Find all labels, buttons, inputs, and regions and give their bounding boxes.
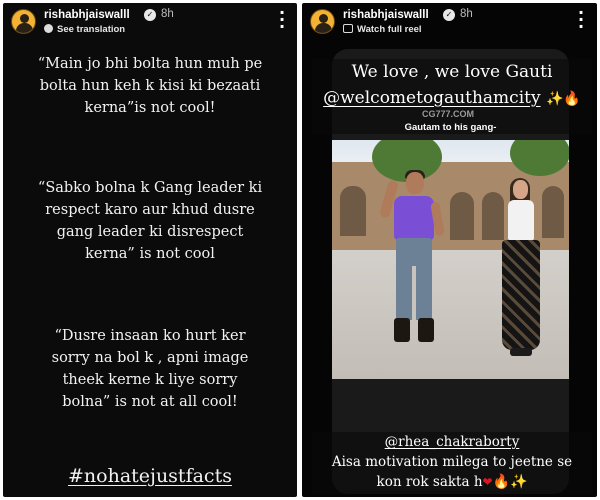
video-watermark: CG777.COM xyxy=(422,109,475,119)
see-translation-button[interactable]: See translation xyxy=(44,24,125,35)
fire-icon: 🔥 xyxy=(492,474,511,490)
story-timestamp: 8h xyxy=(161,8,174,20)
quote-line: respect karo aur khud dusre xyxy=(45,202,255,218)
caption-bottom: @rhea_chakraborty Aisa motivation milega… xyxy=(312,432,592,492)
mention-link[interactable]: @welcometogauthamcity xyxy=(323,88,540,108)
caption-bottom-text: kon rok sakta h xyxy=(376,474,483,490)
quote-line: “Sabko bolna k Gang leader ki xyxy=(37,180,263,196)
story-timestamp: 8h xyxy=(460,8,473,20)
right-story-panel: rishabhjaiswalll ✓ 8h · · · Watch full ree… xyxy=(302,3,597,497)
reel-video-thumbnail[interactable] xyxy=(332,140,569,379)
username[interactable]: rishabhjaiswalll xyxy=(44,9,130,21)
fire-icon: 🔥 xyxy=(563,91,581,107)
quote-line: gang leader ki disrespect xyxy=(56,224,244,240)
quote-block-2: “Sabko bolna k Gang leader ki respect ka… xyxy=(3,177,297,265)
story-header: rishabhjaiswalll ✓ 8h · · · Watch full ree… xyxy=(302,3,597,43)
quote-line: theek kerne k liye sorry xyxy=(62,372,238,388)
quote-line: sorry na bol k , apni image xyxy=(51,350,249,366)
mention-link[interactable]: @rhea_chakraborty xyxy=(385,434,520,450)
quote-line: kerna” is not cool xyxy=(85,246,215,262)
caption-bottom-line-last: kon rok sakta h❤🔥✨ xyxy=(312,472,592,492)
verified-badge-icon: ✓ xyxy=(443,9,455,21)
watch-full-reel-button[interactable]: Watch full reel xyxy=(343,24,422,35)
quote-line: bolta hun keh k kisi ki bezaati xyxy=(39,78,261,94)
quote-line: kerna”is not cool! xyxy=(84,100,216,116)
profile-avatar[interactable] xyxy=(310,9,335,34)
sparkles-icon: ✨ xyxy=(510,474,528,490)
verified-badge-icon: ✓ xyxy=(144,9,156,21)
more-options-icon[interactable]: · · · xyxy=(574,5,588,35)
story-header: rishabhjaiswalll ✓ 8h · · · See translatio… xyxy=(3,3,297,43)
caption-top-line: We love , we love Gauti xyxy=(351,62,553,82)
see-translation-label: See translation xyxy=(57,24,126,35)
hashtag-link[interactable]: #nohatejustfacts xyxy=(3,465,297,487)
heart-icon: ❤ xyxy=(482,475,493,489)
caption-bottom-line: Aisa motivation milega to jeetne se xyxy=(331,454,573,470)
sparkles-icon: ✨ xyxy=(545,91,564,107)
username[interactable]: rishabhjaiswalll xyxy=(343,9,429,21)
profile-avatar[interactable] xyxy=(11,9,36,34)
quote-block-3: “Dusre insaan ko hurt ker sorry na bol k… xyxy=(3,325,297,413)
quote-line: “Main jo bhi bolta hun muh pe xyxy=(37,56,263,72)
video-title: Gautam to his gang- xyxy=(404,122,497,133)
quote-line: “Dusre insaan ko hurt ker xyxy=(54,328,246,344)
quote-block-1: “Main jo bhi bolta hun muh pe bolta hun … xyxy=(3,53,297,119)
watch-full-reel-label: Watch full reel xyxy=(357,24,422,35)
caption-top-mention-line: @welcometogauthamcity ✨🔥 xyxy=(312,85,592,112)
reel-icon xyxy=(343,24,353,33)
quote-line: bolna” is not at all cool! xyxy=(62,394,238,410)
more-options-icon[interactable]: · · · xyxy=(275,5,289,35)
translate-icon xyxy=(44,24,53,33)
left-story-panel: rishabhjaiswalll ✓ 8h · · · See translatio… xyxy=(3,3,297,497)
